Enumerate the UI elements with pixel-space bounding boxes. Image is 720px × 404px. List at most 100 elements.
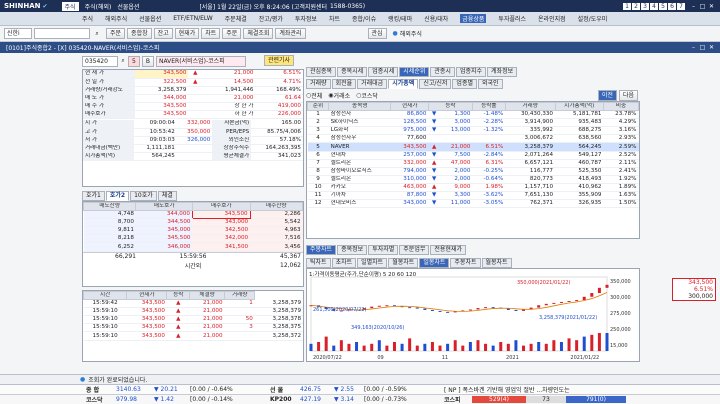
ranking-tab-6[interactable]: 외국인 xyxy=(477,78,503,89)
tab-hoga10[interactable]: 10호가 xyxy=(130,190,157,201)
related-news-button[interactable]: 관련기사 xyxy=(264,55,295,66)
menu-item-6[interactable]: 투자정보 xyxy=(295,14,317,23)
chart-tab-4[interactable]: 전용현재가 xyxy=(430,244,466,255)
top-menu-1[interactable]: 주식 xyxy=(61,1,79,11)
chart-subtab-5[interactable]: 주봉차트 xyxy=(450,257,481,268)
toolbar-balance-button[interactable]: 잔고 xyxy=(153,28,173,39)
window-maximize-icon[interactable]: □ xyxy=(698,44,707,51)
ranking-row[interactable]: 6 현대차 257,000 ▼ 7,500 -2.84% 2,071,264 549,127 2… xyxy=(307,151,639,160)
price-chart[interactable]: 350,000 300,000 275,000 250,000 15,000 2020/0… xyxy=(307,269,639,361)
toolbar-order-button[interactable]: 주문 xyxy=(106,28,126,39)
ranking-row[interactable]: 7 셀트리온 332,000 ▲ 47,000 6.31% 6,657,121 460,787… xyxy=(307,159,639,168)
toolbar-fill-query-button[interactable]: 체결조회 xyxy=(243,28,274,39)
account-select[interactable]: 신한i xyxy=(4,28,32,39)
screen-4-button[interactable]: 4 xyxy=(650,2,658,10)
menu-item-10[interactable]: 신용/대차 xyxy=(424,14,448,23)
window-minimize-icon[interactable]: – xyxy=(689,44,698,51)
close-icon[interactable]: ✕ xyxy=(707,3,716,10)
stock-search-icon[interactable]: ⌕ xyxy=(118,57,128,65)
orderbook-row[interactable]: 8,218 345,500 342,000 7,516 xyxy=(83,234,303,244)
tab-hoga1[interactable]: 호가1 xyxy=(82,190,105,201)
next-button[interactable]: 다음 xyxy=(618,89,638,101)
right-tab-1[interactable]: 종목시세 xyxy=(337,66,368,77)
chart-subtab-0[interactable]: 틱차트 xyxy=(306,257,331,268)
minimize-icon[interactable]: – xyxy=(689,3,698,10)
toolbar-price-button[interactable]: 현재가 xyxy=(174,28,200,39)
screen-7-button[interactable]: 7 xyxy=(677,2,685,10)
toolbar-order2-button[interactable]: 주문 xyxy=(222,28,242,39)
right-tab-6[interactable]: 계좌정보 xyxy=(487,66,518,77)
chart-tab-1[interactable]: 종목정보 xyxy=(337,244,368,255)
top-menu-2[interactable]: 주식(해외) xyxy=(85,2,112,11)
menu-item-14[interactable]: 설정/도우미 xyxy=(578,14,608,23)
toolbar-chart-button[interactable]: 차트 xyxy=(201,28,221,39)
screen-1-button[interactable]: 1 xyxy=(623,2,631,10)
screen-3-button[interactable]: 3 xyxy=(641,2,649,10)
chart-subtab-3[interactable]: 월봉차트 xyxy=(388,257,419,268)
screen-5-button[interactable]: 5 xyxy=(659,2,667,10)
menu-item-7[interactable]: 차트 xyxy=(329,14,340,23)
ranking-row[interactable]: 8 삼성바이오로직스 794,000 ▼ 2,000 -0.25% 116,777 525,3… xyxy=(307,167,639,176)
ranking-tab-5[interactable]: 업종별 xyxy=(452,78,477,89)
stock-name-field[interactable]: NAVER(서비스업)-코스피 xyxy=(155,55,246,67)
chart-subtab-4[interactable]: 일봉차트 xyxy=(419,257,450,268)
toolbar-combined-button[interactable]: 종합창 xyxy=(127,28,152,39)
ranking-tab-2[interactable]: 거래대금 xyxy=(357,78,388,89)
right-tab-0[interactable]: 관심종목 xyxy=(306,66,337,77)
menu-item-9[interactable]: 랭킹/테마 xyxy=(388,14,412,23)
ranking-tab-0[interactable]: 거래량 xyxy=(306,78,331,89)
stock-b-button[interactable]: B xyxy=(141,55,154,67)
ranking-tab-4[interactable]: 신고/신저 xyxy=(419,78,452,89)
orderbook-row[interactable]: 9,811 345,000 342,500 4,963 xyxy=(83,226,303,236)
ranking-row[interactable]: 9 셀트리온 310,000 ▼ 2,000 -0.64% 820,773 418,493 1.… xyxy=(307,175,639,184)
tab-hoga2[interactable]: 호가2 xyxy=(105,190,130,201)
ranking-row[interactable]: 12 현대모비스 343,000 ▼ 11,000 -3.05% 762,371 326,93… xyxy=(307,199,639,209)
tab-trades[interactable]: 체결 xyxy=(157,190,177,201)
ranking-row[interactable]: 11 기아차 87,800 ▼ 3,300 -3.62% 7,651,130 355,909 1… xyxy=(307,191,639,201)
right-tab-2[interactable]: 업종시세 xyxy=(368,66,399,77)
prev-button[interactable]: 이전 xyxy=(597,89,617,101)
menu-item-13[interactable]: 온라인지점 xyxy=(538,14,566,23)
right-tab-5[interactable]: 업종지수 xyxy=(455,66,487,77)
ranking-row[interactable]: 4 삼성전자우 77,600 3,006,672 638,560 2.93% xyxy=(307,134,639,144)
orderbook-row[interactable]: 8,700 344,500 343,000 5,542 xyxy=(83,218,303,228)
menu-item-1[interactable]: 해외주식 xyxy=(105,14,127,23)
chart-subtab-1[interactable]: 초차트 xyxy=(331,257,357,268)
orderbook-row[interactable]: 4,748 344,000 343,500 2,286 xyxy=(83,210,303,220)
ranking-tab-1[interactable]: 회전율 xyxy=(331,78,357,89)
orderbook-row[interactable]: 6,252 346,000 341,500 3,456 xyxy=(83,242,303,252)
menu-item-4[interactable]: 주문체결 xyxy=(225,14,247,23)
top-menu-3[interactable]: 선물옵션 xyxy=(117,2,139,11)
chart-subtab-6[interactable]: 월봉차트 xyxy=(481,257,512,268)
chart-tab-3[interactable]: 주문업무 xyxy=(399,244,430,255)
chart-subtab-2[interactable]: 일별차트 xyxy=(357,257,388,268)
menu-item-3[interactable]: ETF/ETN/ELW xyxy=(173,15,212,22)
menu-item-8[interactable]: 종합/이슈 xyxy=(352,14,376,23)
ranking-row[interactable]: 10 카카오 463,000 ▲ 9,000 1.98% 1,157,710 410,962 1… xyxy=(307,183,639,193)
ranking-tab-3[interactable]: 시가총액 xyxy=(388,78,419,89)
right-tab-3[interactable]: 시세순위 xyxy=(399,66,430,77)
search-icon[interactable]: ⌕ xyxy=(92,30,102,38)
menu-item-12[interactable]: 투자플러스 xyxy=(498,14,526,23)
menu-item-11[interactable]: 금융상품 xyxy=(460,14,487,23)
right-tab-4[interactable]: 관종시 xyxy=(430,66,455,77)
favorite-button[interactable]: 관심 xyxy=(367,28,387,39)
news-ticker[interactable]: [ NP ] 폭스바겐 기반해 영업익 절반 ...차량인도는 xyxy=(444,385,634,394)
ranking-row[interactable]: 2 SK하이닉스 128,500 ▼ 3,000 -2.28% 3,914,900 935,4… xyxy=(307,118,639,128)
stock-code-input[interactable]: 035420 xyxy=(82,55,118,67)
ranking-row[interactable]: 5 NAVER 343,500 ▲ 21,000 6.51% 3,258,379 564,24… xyxy=(307,142,639,152)
ranking-row[interactable]: 3 LG화학 975,000 ▼ 13,000 -1.32% 335,992 688,275 3… xyxy=(307,126,639,136)
stock-f-button[interactable]: 5 xyxy=(128,55,140,67)
menu-item-2[interactable]: 선물옵션 xyxy=(139,14,161,23)
screen-2-button[interactable]: 2 xyxy=(632,2,640,10)
window-close-icon[interactable]: ✕ xyxy=(707,44,716,51)
menu-item-5[interactable]: 잔고/평가 xyxy=(259,14,283,23)
chart-tab-2[interactable]: 투자자별 xyxy=(368,244,399,255)
screen-6-button[interactable]: 6 xyxy=(668,2,676,10)
screen-search-input[interactable] xyxy=(34,28,90,39)
menu-item-0[interactable]: 주식 xyxy=(82,14,93,23)
chart-tab-0[interactable]: 주봉차트 xyxy=(306,244,337,255)
global-stock-link[interactable]: 해외주식 xyxy=(400,29,422,38)
ranking-row[interactable]: 1 삼성전자 86,800 ▼ 1,300 -1.48% 30,430,330 5,181,7… xyxy=(307,110,639,120)
maximize-icon[interactable]: □ xyxy=(698,3,707,10)
